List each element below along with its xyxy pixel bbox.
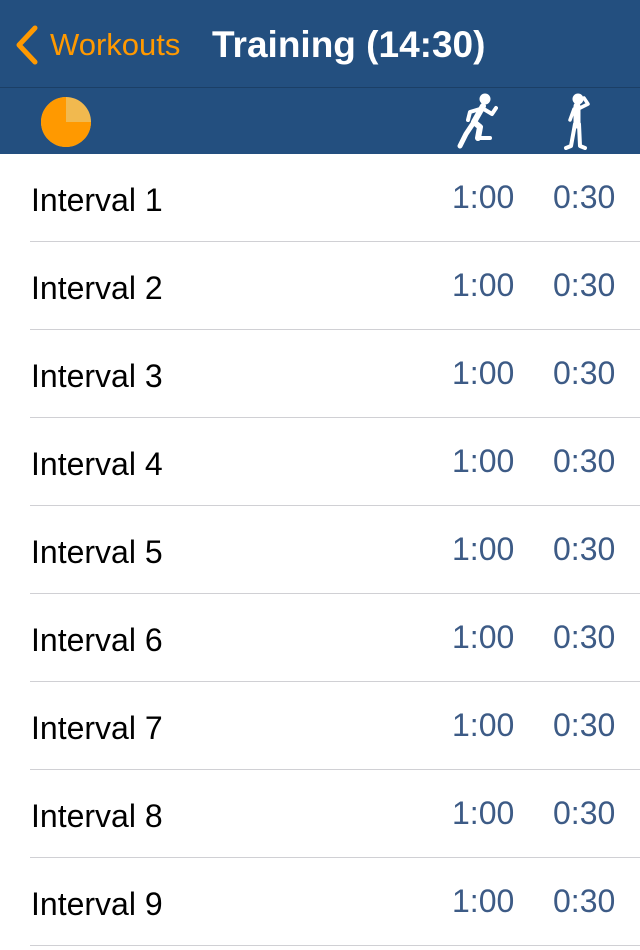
interval-rest-time: 0:30 [553, 883, 616, 919]
interval-rest-time: 0:30 [553, 355, 616, 391]
column-header-bar [0, 88, 640, 154]
interval-name: Interval 5 [31, 534, 163, 570]
interval-rest-time: 0:30 [553, 795, 616, 831]
interval-row[interactable]: Interval 3 1:00 0:30 [0, 330, 640, 418]
interval-row[interactable]: Interval 4 1:00 0:30 [0, 418, 640, 506]
interval-name: Interval 3 [31, 358, 163, 394]
interval-run-time: 1:00 [452, 707, 515, 743]
interval-rest-time: 0:30 [553, 707, 616, 743]
interval-name: Interval 4 [31, 446, 163, 482]
interval-name: Interval 8 [31, 798, 163, 834]
interval-row[interactable]: Interval 9 1:00 0:30 [0, 858, 640, 946]
back-button-label: Workouts [50, 27, 181, 62]
interval-run-time: 1:00 [452, 267, 515, 303]
interval-name: Interval 6 [31, 622, 163, 658]
interval-run-time: 1:00 [452, 795, 515, 831]
interval-rest-time: 0:30 [553, 619, 616, 655]
interval-run-time: 1:00 [452, 443, 515, 479]
interval-row[interactable]: Interval 6 1:00 0:30 [0, 594, 640, 682]
interval-run-time: 1:00 [452, 355, 515, 391]
progress-pie-icon[interactable] [40, 96, 92, 148]
interval-run-time: 1:00 [452, 531, 515, 567]
chevron-left-icon [16, 25, 38, 65]
page-title: Training (14:30) [212, 24, 486, 65]
interval-run-time: 1:00 [452, 619, 515, 655]
interval-row[interactable]: Interval 7 1:00 0:30 [0, 682, 640, 770]
interval-rest-time: 0:30 [553, 267, 616, 303]
interval-name: Interval 7 [31, 710, 163, 746]
interval-run-time: 1:00 [452, 883, 515, 919]
interval-row[interactable]: Interval 1 1:00 0:30 [0, 154, 640, 242]
interval-row[interactable]: Interval 8 1:00 0:30 [0, 770, 640, 858]
standing-person-icon [564, 93, 590, 150]
interval-rest-time: 0:30 [553, 531, 616, 567]
interval-row[interactable]: Interval 2 1:00 0:30 [0, 242, 640, 330]
interval-list: Interval 1 1:00 0:30 Interval 2 1:00 0:3… [0, 154, 640, 946]
back-button[interactable]: Workouts [14, 22, 180, 68]
interval-name: Interval 9 [31, 886, 163, 922]
interval-name: Interval 1 [31, 182, 163, 218]
navigation-bar: Workouts Training (14:30) [0, 0, 640, 88]
running-person-icon [457, 93, 498, 149]
interval-name: Interval 2 [31, 270, 163, 306]
interval-rest-time: 0:30 [553, 179, 616, 215]
interval-rest-time: 0:30 [553, 443, 616, 479]
interval-row[interactable]: Interval 5 1:00 0:30 [0, 506, 640, 594]
interval-run-time: 1:00 [452, 179, 515, 215]
